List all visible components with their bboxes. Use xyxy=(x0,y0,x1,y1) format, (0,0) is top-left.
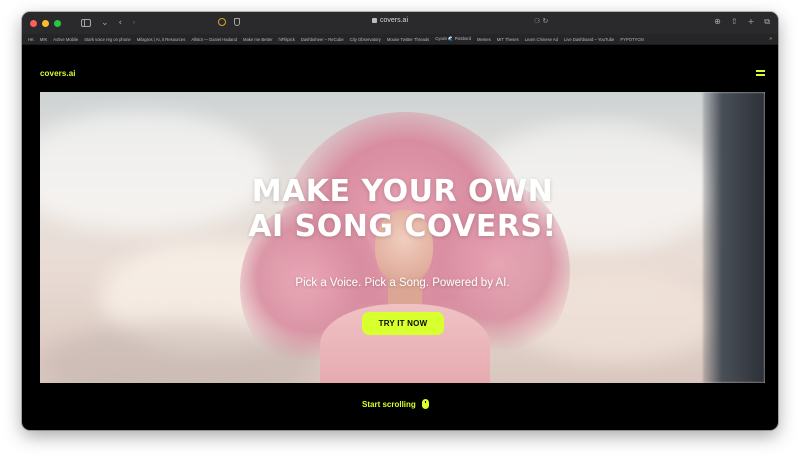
tab-overview-icon[interactable]: ⧉ xyxy=(764,17,770,27)
bookmark-item[interactable]: PYPOTYCM xyxy=(620,37,644,42)
bookmark-item[interactable]: Mouse Twitter Threads xyxy=(387,37,429,42)
more-bookmarks-button[interactable]: » xyxy=(769,36,772,42)
chevron-down-icon[interactable]: ⌄ xyxy=(101,18,109,28)
scroll-label: Start scrolling xyxy=(362,399,416,409)
browser-window: ⌄ ‹ › covers.ai ⚆ ↻ ⊕ ⇧ + ⧉ HK MIK Activ… xyxy=(22,12,778,430)
bookmark-item[interactable]: MIT Theses xyxy=(497,37,519,42)
bookmark-item[interactable]: Memes xyxy=(477,37,491,42)
bookmark-item[interactable]: Live Dashboard – YouTube xyxy=(564,37,614,42)
download-icon[interactable]: ⊕ xyxy=(714,17,721,27)
bookmark-item[interactable]: Allstot — Daniel Hadand xyxy=(191,37,237,42)
bookmark-item[interactable]: Learn Chinese Ad xyxy=(525,37,558,42)
hero-subtitle: Pick a Voice. Pick a Song. Powered by AI… xyxy=(295,277,510,289)
address-bar-left-icons xyxy=(218,18,240,26)
privacy-shield-icon[interactable] xyxy=(234,18,240,26)
bookmark-item[interactable]: Stark voice reg on phone xyxy=(84,37,131,42)
address-bar[interactable]: covers.ai xyxy=(372,17,408,24)
forward-arrow-icon[interactable]: › xyxy=(132,18,136,28)
reload-icon[interactable]: ↻ xyxy=(543,17,549,25)
bookmark-item[interactable]: Make me Better xyxy=(243,37,273,42)
minimize-window-button[interactable] xyxy=(42,19,49,27)
site-header: covers.ai xyxy=(22,46,778,90)
hero-title-line-1: MAKE YOUR OWN xyxy=(251,174,554,209)
try-it-now-button[interactable]: TRY IT NOW xyxy=(362,312,444,335)
bookmark-item[interactable]: hiFlitpick xyxy=(279,37,295,42)
close-window-button[interactable] xyxy=(30,19,37,27)
hamburger-menu-icon[interactable] xyxy=(756,70,765,76)
address-bar-right-icons: ⚆ ↻ xyxy=(534,17,548,25)
new-tab-icon[interactable]: + xyxy=(748,17,755,27)
back-arrow-icon[interactable]: ‹ xyxy=(119,18,123,28)
address-text: covers.ai xyxy=(380,17,409,24)
bookmark-item[interactable]: Dashboheer – ReCube xyxy=(301,37,344,42)
bookmark-item[interactable]: Cyaim 🌊 Pissbord xyxy=(435,36,471,42)
hero-title-line-2: AI SONG COVERS! xyxy=(248,209,557,244)
browser-title-bar: ⌄ ‹ › covers.ai ⚆ ↻ ⊕ ⇧ + ⧉ xyxy=(22,12,778,34)
bookmark-item[interactable]: Milagros | AI, it Resources xyxy=(137,37,186,42)
share-icon[interactable]: ⇧ xyxy=(731,17,738,27)
window-controls xyxy=(30,19,61,27)
bookmark-item[interactable]: HK xyxy=(28,37,34,42)
extension-icon[interactable] xyxy=(218,18,226,26)
translate-icon[interactable]: ⚆ xyxy=(534,17,540,25)
scroll-prompt[interactable]: Start scrolling xyxy=(362,399,429,409)
site-logo[interactable]: covers.ai xyxy=(40,69,76,78)
bookmark-item[interactable]: Active Mobile xyxy=(53,37,78,42)
mouse-scroll-icon xyxy=(421,399,429,409)
bookmarks-bar: HK MIK Active Mobile Stark voice reg on … xyxy=(22,34,778,45)
hero-title: MAKE YOUR OWN AI SONG COVERS! xyxy=(40,174,765,244)
bookmark-item[interactable]: City Observatory xyxy=(350,37,381,42)
bookmark-item[interactable]: MIK xyxy=(40,37,47,42)
lock-icon xyxy=(372,18,377,23)
maximize-window-button[interactable] xyxy=(54,19,61,27)
toolbar-right: ⊕ ⇧ + ⧉ xyxy=(714,17,770,27)
hero-section: MAKE YOUR OWN AI SONG COVERS! Pick a Voi… xyxy=(40,92,765,383)
sidebar-toggle-icon[interactable] xyxy=(81,19,91,27)
